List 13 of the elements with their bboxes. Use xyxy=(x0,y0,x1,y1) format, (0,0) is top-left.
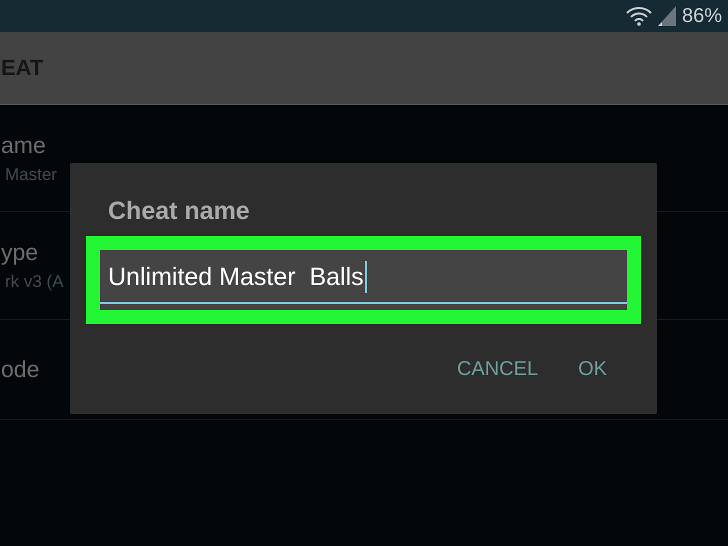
wifi-icon xyxy=(626,6,652,26)
input-field[interactable]: Unlimited Master Balls xyxy=(100,250,627,310)
setting-title: ype xyxy=(1,239,38,266)
setting-value: Master xyxy=(4,164,57,184)
dialog-title: Cheat name xyxy=(108,197,250,226)
dialog-button[interactable]: OK xyxy=(570,354,615,385)
battery-level: 86% xyxy=(682,4,722,28)
setting-value: rk v3 (A xyxy=(4,272,64,292)
text-cursor xyxy=(364,261,367,293)
signal-icon xyxy=(658,6,676,26)
setting-title: ode xyxy=(1,356,40,383)
dialog-button[interactable]: CANCEL xyxy=(448,354,546,385)
setting-title: ame xyxy=(1,132,46,158)
